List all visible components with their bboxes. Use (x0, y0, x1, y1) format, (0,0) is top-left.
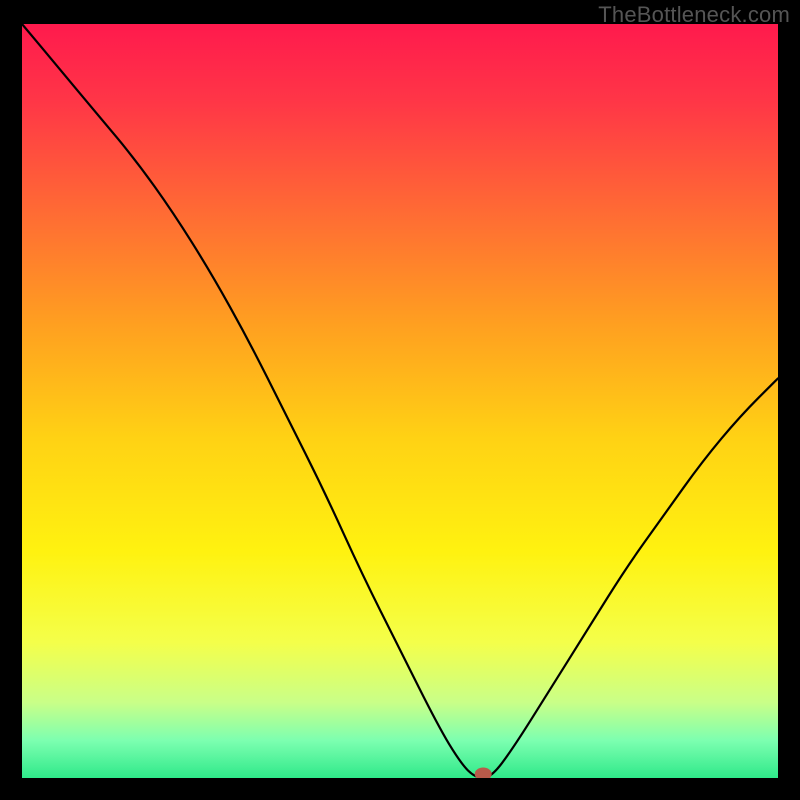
gradient-background (22, 24, 778, 778)
chart-area (22, 24, 778, 778)
optimal-point-marker (475, 768, 491, 778)
bottleneck-chart-svg (22, 24, 778, 778)
